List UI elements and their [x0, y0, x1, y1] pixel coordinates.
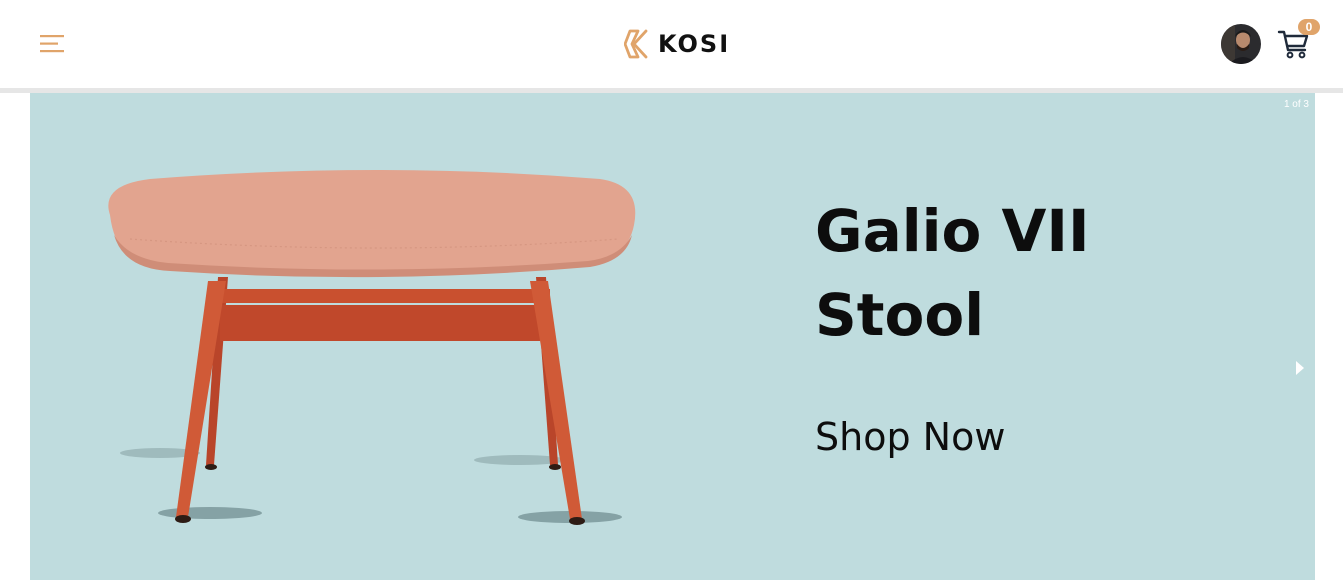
hero-title-line-2: Stool: [815, 281, 985, 349]
stool-product-image: [108, 170, 636, 525]
menu-icon: [40, 35, 64, 53]
kosi-logo-mark-icon: [624, 29, 648, 59]
cart-count-badge: 0: [1298, 19, 1320, 35]
shop-now-link[interactable]: Shop Now: [815, 415, 1005, 459]
hero-title: Galio VII Stool: [815, 189, 1235, 357]
site-header: KOSI 0: [0, 0, 1343, 88]
site-logo[interactable]: KOSI: [624, 28, 730, 60]
slide-counter: 1 of 3: [1283, 99, 1309, 110]
logo-text: KOSI: [658, 30, 731, 58]
user-avatar[interactable]: [1221, 24, 1261, 64]
carousel-next-button[interactable]: [1292, 359, 1308, 377]
hero-carousel[interactable]: 1 of 3 Galio VII Stool Shop Now: [30, 93, 1315, 580]
hero-title-line-1: Galio VII: [815, 197, 1090, 265]
menu-button[interactable]: [38, 32, 66, 56]
avatar-image: [1221, 24, 1261, 64]
chevron-right-icon: [1296, 361, 1304, 375]
